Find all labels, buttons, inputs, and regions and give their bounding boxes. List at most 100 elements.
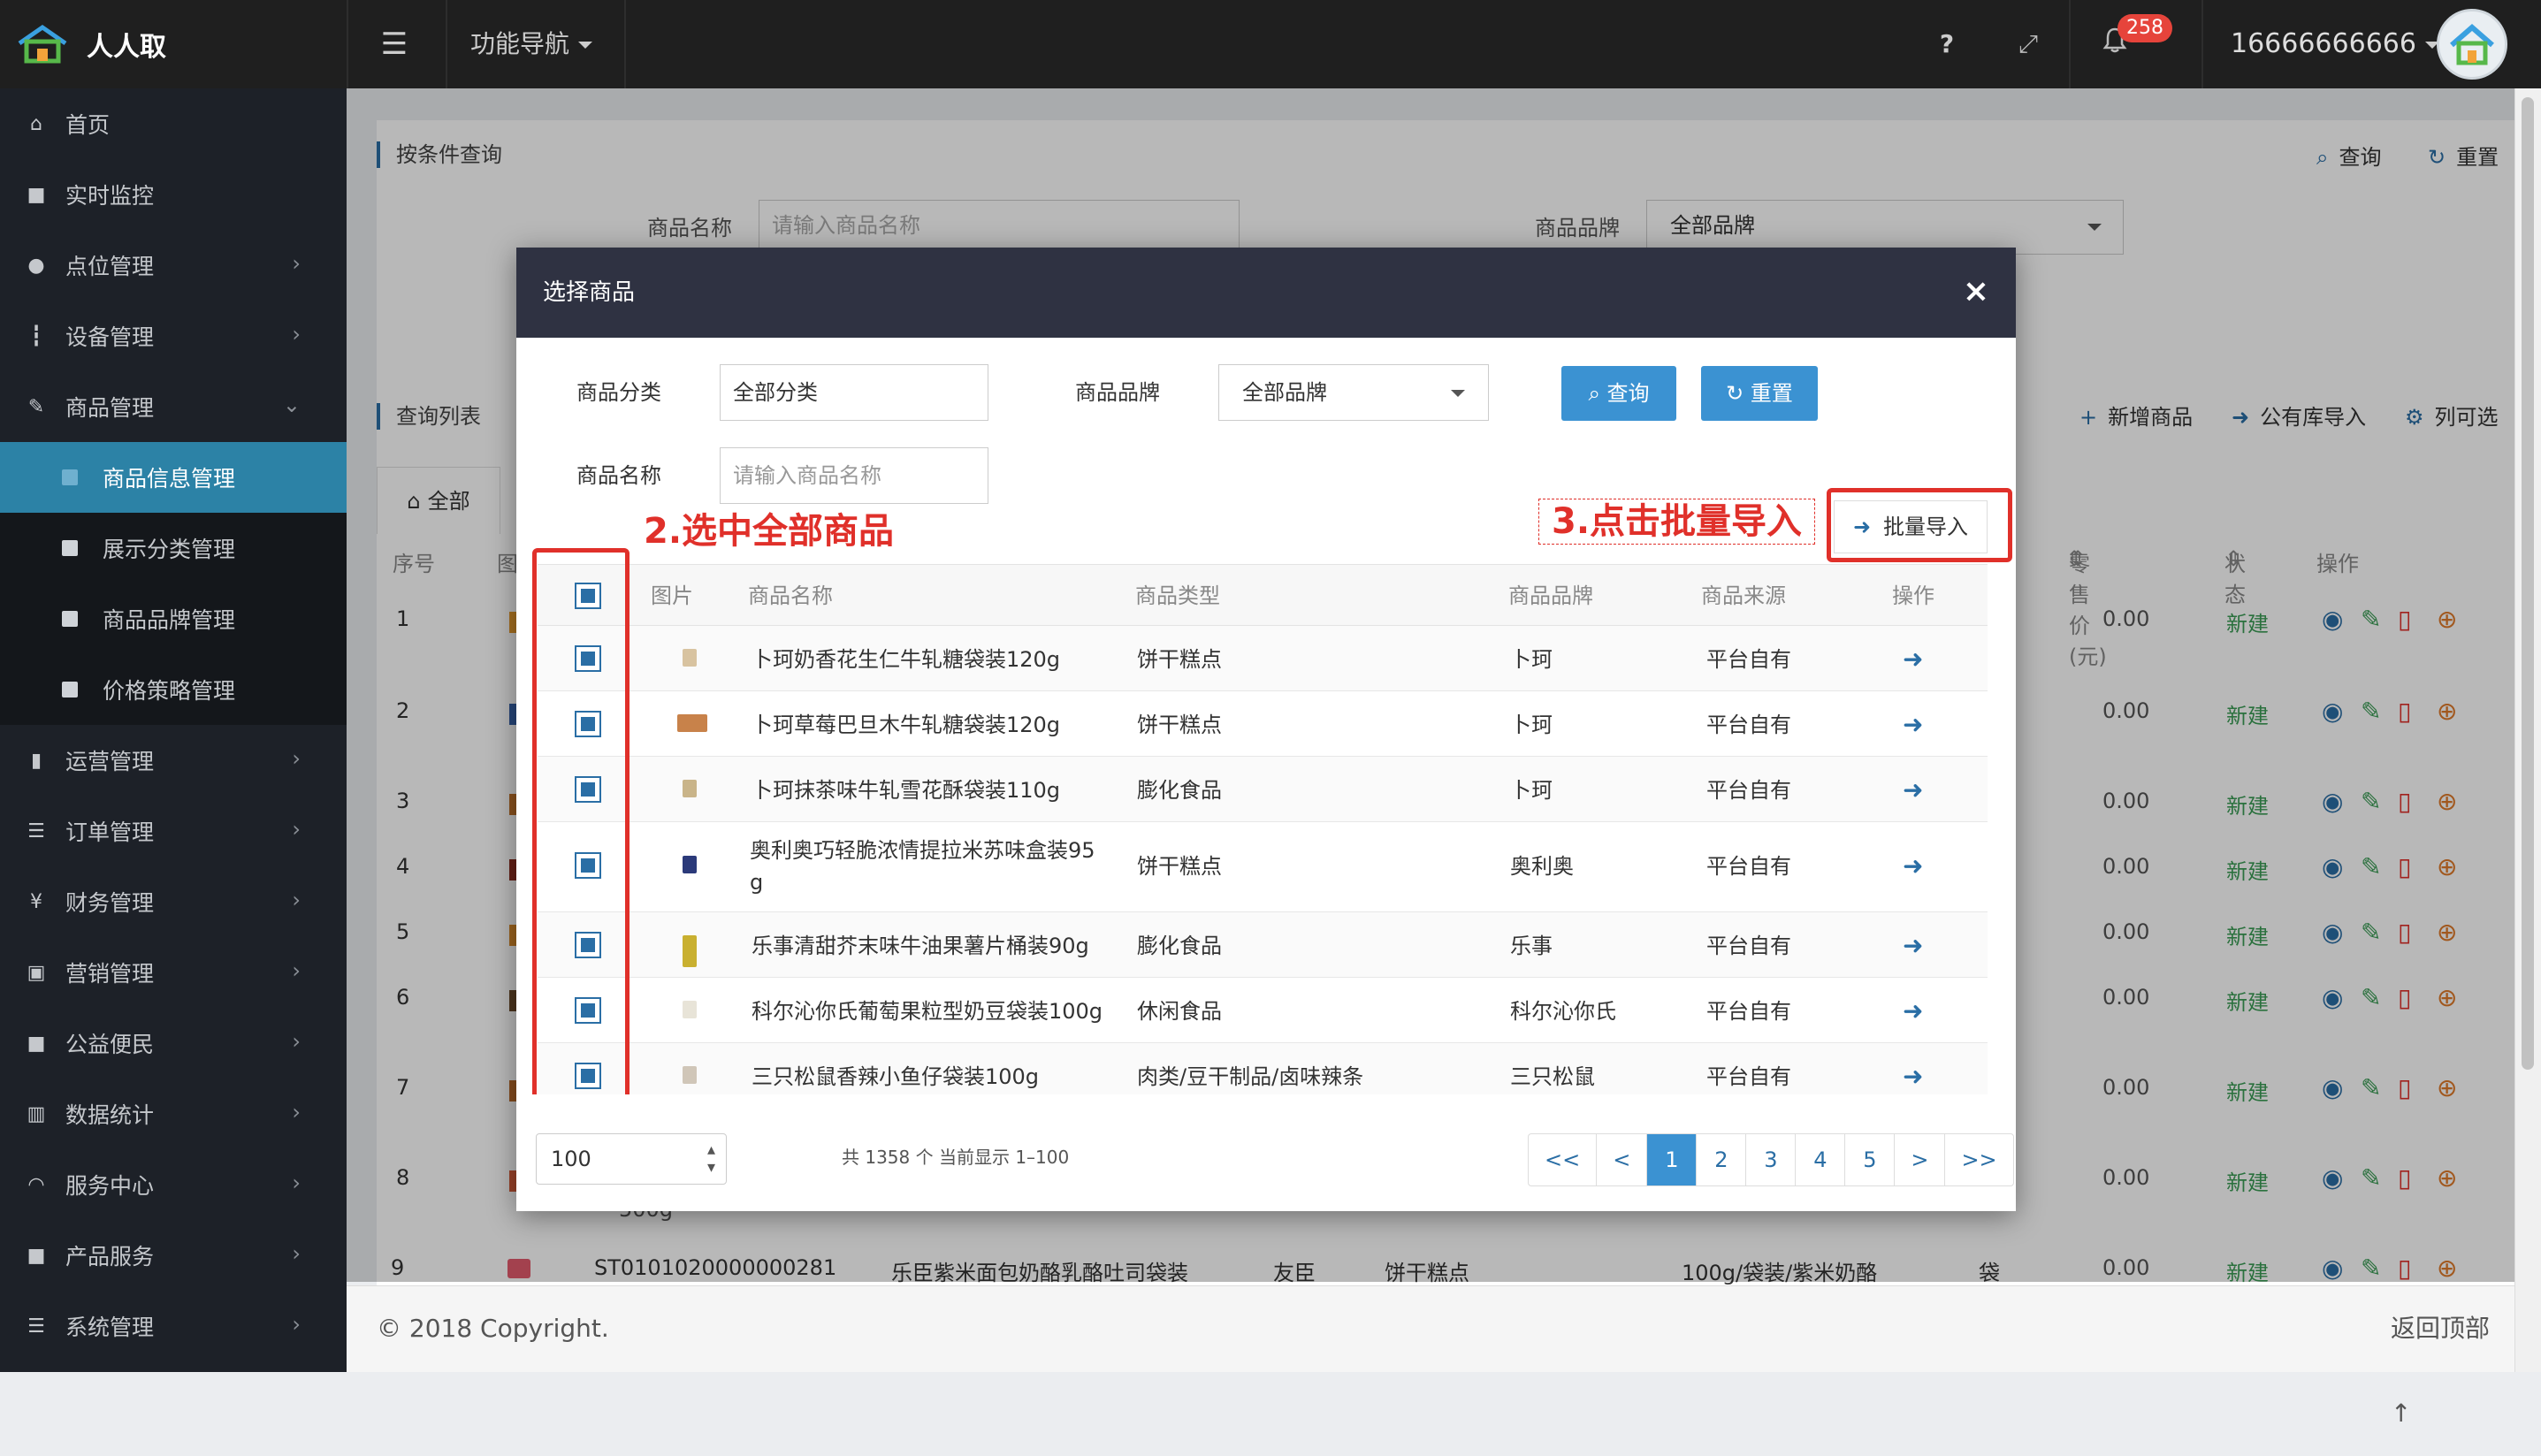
name-input[interactable]: 请输入商品名称: [720, 447, 988, 504]
footer: © 2018 Copyright. 返回顶部 ↑: [347, 1285, 2514, 1428]
sidebar: ⌂ 首页 ■ 实时监控 ● 点位管理 › ┇ 设备管理 › ✎ 商品管理 ⌄ 商品信息管理 展示分类管理 商品…: [0, 88, 347, 1372]
page-scrollbar[interactable]: [2514, 88, 2541, 1372]
page-link[interactable]: >>: [1944, 1134, 2012, 1185]
sidebar-item[interactable]: ☰ 系统管理 ›: [0, 1291, 347, 1361]
chevron-right-icon: ›: [292, 1312, 301, 1337]
sidebar-item[interactable]: ● 点位管理 ›: [0, 230, 347, 301]
avatar[interactable]: [2437, 9, 2507, 80]
product-source: 平台自有: [1706, 999, 1791, 1024]
import-icon[interactable]: ➜: [1903, 709, 1923, 741]
search-icon: ⌕: [1588, 381, 1607, 406]
bullet-icon: [62, 611, 78, 627]
sidebar-item-label: 商品管理: [65, 395, 155, 421]
product-brand: 三只松鼠: [1510, 1064, 1595, 1089]
chevron-right-icon: ›: [292, 746, 301, 771]
bullet-icon: [62, 540, 78, 556]
user-menu-dropdown[interactable]: 16666666666: [2231, 25, 2439, 64]
sidebar-item[interactable]: ■ 产品服务 ›: [0, 1220, 347, 1291]
scrollbar-thumb[interactable]: [2522, 97, 2534, 1070]
sidebar-item[interactable]: ■ 实时监控: [0, 159, 347, 230]
reset-button[interactable]: ↻ 重置: [1701, 366, 1818, 421]
annotation-click-import: 3.点击批量导入: [1538, 499, 1816, 545]
sidebar-item[interactable]: ☰ 订单管理 ›: [0, 796, 347, 866]
product-row[interactable]: 乐事清甜芥末味牛油果薯片桶装90g 膨化食品 乐事 平台自有 ➜: [538, 912, 1988, 978]
product-name: 卜珂草莓巴旦木牛轧糖袋装120g: [752, 713, 1061, 737]
import-icon[interactable]: ➜: [1903, 850, 1923, 882]
product-row[interactable]: 卜珂抹茶味牛轧雪花酥袋装110g 膨化食品 卜珂 平台自有 ➜: [538, 757, 1988, 822]
caret-down-icon: [1451, 390, 1465, 397]
sidebar-item-label: 财务管理: [65, 890, 155, 916]
product-name: 卜珂奶香花生仁牛轧糖袋装120g: [752, 647, 1061, 672]
query-button[interactable]: ⌕ 查询: [1561, 366, 1676, 421]
page-size-select[interactable]: 100 ▴ ▾: [536, 1133, 727, 1185]
product-type: 肉类/豆干制品/卤味辣条: [1137, 1064, 1364, 1089]
sidebar-item[interactable]: ■ 公益便民 ›: [0, 1008, 347, 1079]
back-to-top-link[interactable]: 返回顶部 ↑: [2391, 1286, 2514, 1456]
bullet-icon: [62, 469, 78, 485]
yen-icon: ¥: [30, 890, 42, 913]
annotation-highlight-import: [1827, 488, 2012, 562]
sidebar-item[interactable]: 商品品牌管理: [0, 583, 347, 654]
sidebar-item[interactable]: 展示分类管理: [0, 513, 347, 583]
sidebar-item[interactable]: ┇ 设备管理 ›: [0, 301, 347, 371]
menu-toggle-icon[interactable]: ☰: [371, 27, 417, 62]
product-row[interactable]: 奥利奥巧轻脆浓情提拉米苏味盒装95 g 饼干糕点 奥利奥 平台自有 ➜: [538, 822, 1988, 912]
sidebar-item[interactable]: ¥ 财务管理 ›: [0, 866, 347, 937]
chevron-right-icon: ›: [292, 322, 301, 347]
sidebar-item-label: 设备管理: [65, 324, 155, 350]
import-icon[interactable]: ➜: [1903, 644, 1923, 675]
sliders-icon: ☰: [27, 1315, 45, 1338]
page-link[interactable]: <<: [1529, 1134, 1596, 1185]
topbar-divider: [2069, 0, 2071, 88]
page-link[interactable]: 1: [1646, 1134, 1697, 1185]
product-brand: 卜珂: [1510, 647, 1553, 672]
sidebar-item[interactable]: ▮ 运营管理 ›: [0, 725, 347, 796]
product-image: [683, 856, 697, 873]
product-type: 膨化食品: [1137, 778, 1222, 803]
chevron-down-icon: ⌄: [282, 393, 301, 417]
function-nav-dropdown[interactable]: 功能导航: [470, 25, 593, 64]
col-image: 图片: [651, 583, 693, 608]
page-info: 共 1358 个 当前显示 1–100: [842, 1147, 1070, 1168]
import-icon[interactable]: ➜: [1903, 930, 1923, 962]
sidebar-item[interactable]: ▣ 营销管理 ›: [0, 937, 347, 1008]
page-link[interactable]: >: [1894, 1134, 1944, 1185]
category-input[interactable]: 全部分类: [720, 364, 988, 421]
select-product-modal: 选择商品 × 商品分类 全部分类 商品品牌 全部品牌 ⌕ 查询 ↻ 重置 商品名…: [516, 248, 2016, 1211]
sidebar-item[interactable]: 商品信息管理: [0, 442, 347, 513]
sidebar-item-label: 商品信息管理: [103, 466, 236, 492]
page-link[interactable]: <: [1596, 1134, 1646, 1185]
sidebar-item[interactable]: ▥ 数据统计 ›: [0, 1079, 347, 1149]
import-icon[interactable]: ➜: [1903, 774, 1923, 806]
help-icon[interactable]: ?: [1931, 27, 1963, 62]
product-type: 饼干糕点: [1137, 647, 1222, 672]
fullscreen-icon[interactable]: ⤢: [2011, 27, 2046, 62]
sidebar-item[interactable]: 价格策略管理: [0, 654, 347, 725]
page-link[interactable]: 5: [1844, 1134, 1894, 1185]
sidebar-item[interactable]: ⌂ 首页: [0, 88, 347, 159]
sidebar-item[interactable]: ✎ 商品管理 ⌄: [0, 371, 347, 442]
square-icon: ■: [27, 1032, 46, 1055]
import-icon[interactable]: ➜: [1903, 995, 1923, 1027]
annotation-select-all: 2.选中全部商品: [644, 511, 895, 552]
topbar-divider: [2201, 0, 2203, 88]
sidebar-item-label: 服务中心: [65, 1173, 155, 1199]
modal-table-header: 图片 商品名称 商品类型 商品品牌 商品来源 操作: [538, 564, 1988, 626]
product-image: [683, 649, 697, 667]
sidebar-item-label: 系统管理: [65, 1315, 155, 1340]
sidebar-item-label: 首页: [65, 112, 111, 138]
chevron-right-icon: ›: [292, 958, 301, 983]
product-row[interactable]: 卜珂草莓巴旦木牛轧糖袋装120g 饼干糕点 卜珂 平台自有 ➜: [538, 691, 1988, 757]
brand-logo[interactable]: 人人取: [0, 0, 347, 88]
close-icon[interactable]: ×: [1963, 274, 1989, 309]
page-link[interactable]: 4: [1795, 1134, 1844, 1185]
query-button-label: 查询: [1606, 381, 1650, 406]
page-link[interactable]: 3: [1745, 1134, 1795, 1185]
sidebar-item[interactable]: ◠ 服务中心 ›: [0, 1149, 347, 1220]
product-row[interactable]: 科尔沁你氏葡萄果粒型奶豆袋装100g 休闲食品 科尔沁你氏 平台自有 ➜: [538, 978, 1988, 1043]
import-icon[interactable]: ➜: [1903, 1061, 1923, 1093]
page-link[interactable]: 2: [1696, 1134, 1745, 1185]
brand-select[interactable]: 全部品牌: [1218, 364, 1489, 421]
edit-icon: ✎: [27, 395, 45, 418]
product-row[interactable]: 卜珂奶香花生仁牛轧糖袋装120g 饼干糕点 卜珂 平台自有 ➜: [538, 626, 1988, 691]
